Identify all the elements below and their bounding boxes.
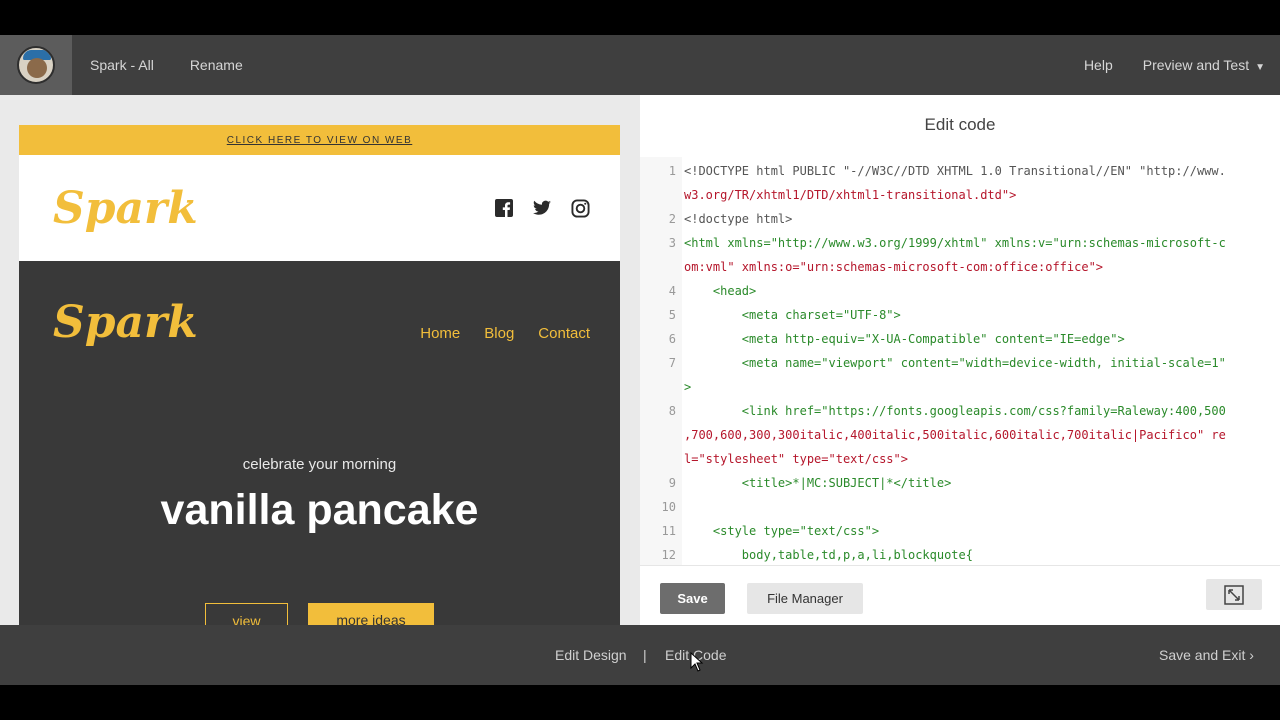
brand-logo: Spark xyxy=(53,182,198,234)
line-number: 8 xyxy=(668,404,676,418)
preview-test-dropdown[interactable]: Preview and Test ▼ xyxy=(1128,57,1280,73)
edit-design-tab[interactable]: Edit Design xyxy=(555,647,627,663)
chevron-right-icon: › xyxy=(1249,647,1254,663)
main-area: CLICK HERE TO VIEW ON WEB Spark Spark Ho… xyxy=(0,95,1280,625)
tab-separator: | xyxy=(643,647,647,663)
line-number: 11 xyxy=(661,524,676,538)
nav-blog[interactable]: Blog xyxy=(484,325,514,342)
nav-contact[interactable]: Contact xyxy=(538,325,590,342)
line-number: 2 xyxy=(668,212,676,226)
code-editor[interactable]: 1 2 3 4 5 6 7 8 9 10 11 12 <!DOCTYPE htm… xyxy=(640,157,1280,565)
code-line: <meta charset="UTF-8"> xyxy=(684,308,901,322)
view-on-web-bar: CLICK HERE TO VIEW ON WEB xyxy=(19,125,620,155)
mouse-cursor-icon xyxy=(690,652,704,672)
editor-footer: Save File Manager xyxy=(640,565,1280,625)
expand-button[interactable] xyxy=(1206,579,1262,610)
line-number: 12 xyxy=(661,548,676,562)
line-number: 6 xyxy=(668,332,676,346)
line-number: 9 xyxy=(668,476,676,490)
email-header: Spark xyxy=(19,155,620,261)
code-line: <title>*|MC:SUBJECT|*</title> xyxy=(684,476,952,490)
twitter-icon[interactable] xyxy=(532,198,552,218)
code-line: <!DOCTYPE html PUBLIC "-//W3C//DTD XHTML… xyxy=(684,164,1226,178)
nav-home[interactable]: Home xyxy=(420,325,460,342)
save-exit-button[interactable]: Save and Exit › xyxy=(1159,647,1254,663)
line-number: 4 xyxy=(668,284,676,298)
code-line: l="stylesheet" type="text/css"> xyxy=(684,452,908,466)
rename-link[interactable]: Rename xyxy=(172,57,261,73)
email-nav: Home Blog Contact xyxy=(420,325,590,342)
code-line: w3.org/TR/xhtml1/DTD/xhtml1-transitional… xyxy=(684,188,1017,202)
social-icons xyxy=(494,198,590,218)
bottom-bar: Edit Design | Edit Code Save and Exit › xyxy=(0,625,1280,685)
code-line: <!doctype html> xyxy=(684,212,793,226)
code-line: om:vml" xmlns:o="urn:schemas-microsoft-c… xyxy=(684,260,1104,274)
mailchimp-logo[interactable] xyxy=(0,35,72,95)
line-number: 1 xyxy=(668,164,676,178)
line-number: 5 xyxy=(668,308,676,322)
view-on-web-link[interactable]: CLICK HERE TO VIEW ON WEB xyxy=(227,135,413,146)
hero-headline: vanilla pancake xyxy=(160,486,479,534)
code-line: ,700,600,300,300italic,400italic,500ital… xyxy=(684,428,1226,442)
save-button[interactable]: Save xyxy=(660,583,725,614)
hero-section: Spark Home Blog Contact celebrate your m… xyxy=(19,261,620,625)
code-line: <html xmlns="http://www.w3.org/1999/xhtm… xyxy=(684,236,1226,250)
top-app-bar: Spark - All Rename Help Preview and Test… xyxy=(0,35,1280,95)
monkey-icon xyxy=(17,46,55,84)
chevron-down-icon: ▼ xyxy=(1255,62,1265,73)
line-number: 7 xyxy=(668,356,676,370)
email-preview: CLICK HERE TO VIEW ON WEB Spark Spark Ho… xyxy=(19,125,620,625)
hero-brand-logo: Spark xyxy=(53,297,198,348)
line-number: 3 xyxy=(668,236,676,250)
file-manager-button[interactable]: File Manager xyxy=(747,583,863,614)
view-button[interactable]: view xyxy=(205,603,288,625)
more-ideas-button[interactable]: more ideas xyxy=(308,603,434,625)
instagram-icon[interactable] xyxy=(570,198,590,218)
facebook-icon[interactable] xyxy=(494,198,514,218)
code-line: > xyxy=(684,380,692,394)
code-line: <meta name="viewport" content="width=dev… xyxy=(684,356,1226,370)
code-line: <style type="text/css"> xyxy=(684,524,880,538)
code-line: <meta http-equiv="X-UA-Compatible" conte… xyxy=(684,332,1125,346)
code-line: body,table,td,p,a,li,blockquote{ xyxy=(684,548,973,562)
code-line: <head> xyxy=(684,284,757,298)
campaign-title[interactable]: Spark - All xyxy=(72,57,172,73)
code-line: <link href="https://fonts.googleapis.com… xyxy=(684,404,1226,418)
line-number: 10 xyxy=(661,500,676,514)
expand-icon xyxy=(1224,584,1244,605)
code-editor-panel: Edit code 1 2 3 4 5 6 7 8 9 10 11 12 <!D… xyxy=(640,95,1280,625)
hero-tagline: celebrate your morning xyxy=(242,456,397,473)
help-link[interactable]: Help xyxy=(1069,57,1128,73)
editor-title: Edit code xyxy=(924,115,996,134)
